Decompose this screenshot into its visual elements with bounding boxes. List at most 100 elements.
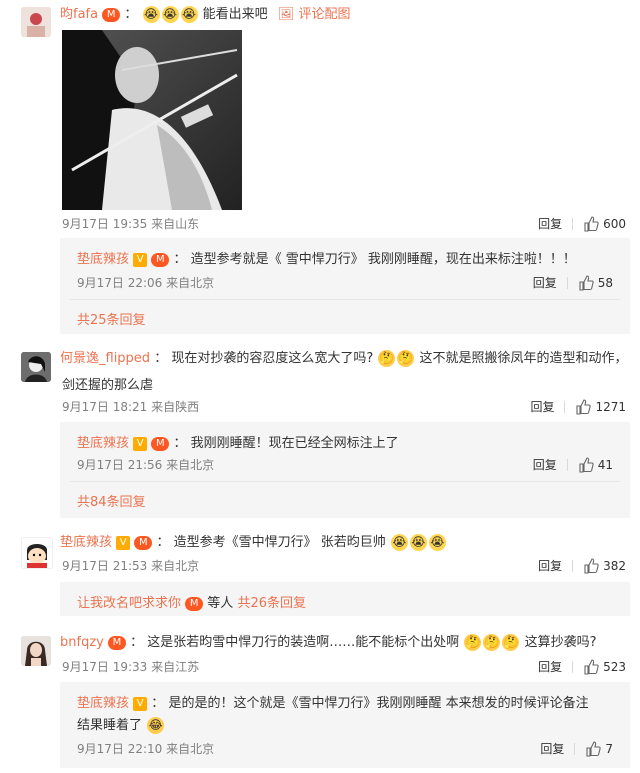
comment-text: 这是张若昀雪中悍刀行的装造啊……能不能标个出处啊 — [147, 635, 460, 650]
reply-meta: 9月17日 21:56 来自北京 — [77, 458, 215, 472]
comment-meta: 9月17日 19:35 来自山东 — [62, 217, 200, 231]
comment-text: 能看出来吧 — [202, 7, 268, 22]
reply-actions: 回复 41 — [533, 456, 613, 473]
reply-button[interactable]: 回复 — [533, 456, 557, 473]
divider — [566, 276, 568, 289]
reply-text: 是的是的！这个就是《雪中悍刀行》我刚刚睡醒 本来想发的时候评论备注 — [168, 696, 589, 711]
thumbs-up-icon — [578, 457, 594, 473]
like-button[interactable]: 7 — [585, 741, 613, 757]
reply-actions: 回复 7 — [540, 740, 613, 757]
reply-button[interactable]: 回复 — [538, 215, 562, 232]
comment-user[interactable]: 昀fafa — [60, 7, 98, 22]
thumbs-up-icon — [583, 558, 599, 574]
reply-button[interactable]: 回复 — [530, 398, 554, 415]
like-count: 382 — [603, 558, 626, 573]
comment-text: 现在对抄袭的容忍度这么宽大了吗? — [171, 351, 374, 366]
like-count: 58 — [597, 275, 613, 290]
reply-user[interactable]: 垫底辣孩 — [77, 696, 129, 711]
comment-text-line2: 剑还握的那么虐 — [62, 378, 154, 393]
avatar[interactable] — [21, 636, 51, 666]
comment-header: 何景逸_flipped ： 现在对抄袭的容忍度这么宽大了吗? 🤔 🤔 这不就是照搬… — [60, 350, 628, 367]
comment-header: 昀fafa M ： 😭 😭 😭 能看出来吧 🖼 评论配图 — [60, 6, 351, 23]
like-count: 1271 — [595, 399, 626, 414]
like-button[interactable]: 1271 — [575, 399, 626, 415]
divider — [572, 559, 574, 572]
photo-link[interactable]: 评论配图 — [298, 7, 350, 22]
divider — [564, 400, 566, 413]
reply-button[interactable]: 回复 — [538, 658, 562, 675]
thinking-emoji: 🤔 — [378, 350, 396, 367]
comment-meta: 9月17日 18:21 来自陕西 — [62, 400, 200, 414]
verified-badge-icon: V — [133, 436, 148, 451]
thumbs-up-icon — [578, 275, 594, 291]
like-button[interactable]: 41 — [578, 457, 613, 473]
like-count: 41 — [597, 457, 613, 472]
thumbs-up-icon — [585, 741, 601, 757]
reply-box-divider — [70, 481, 620, 482]
crying-emoji: 😭 — [180, 6, 198, 23]
comment-text-cont: 这算抄袭吗? — [524, 635, 597, 650]
reply-button[interactable]: 回复 — [538, 557, 562, 574]
comment-actions: 回复 382 — [538, 557, 626, 574]
more-replies-text: 等人 — [207, 596, 234, 611]
more-replies-row: 让我改名吧求求你 M 等人 共26条回复 — [77, 592, 306, 611]
reply-text: 造型参考就是《 雪中悍刀行》 我刚刚睡醒，现在出来标注啦！！！ — [190, 252, 576, 267]
thumbs-up-icon — [575, 399, 591, 415]
comment-image[interactable] — [62, 30, 242, 210]
reply-user[interactable]: 垫底辣孩 — [77, 252, 129, 267]
thumbs-up-icon — [583, 216, 599, 232]
more-replies-link[interactable]: 共25条回复 — [77, 309, 146, 328]
thumbs-up-icon — [583, 659, 599, 675]
divider — [574, 742, 576, 755]
verified-badge-icon: V — [116, 535, 131, 550]
like-count: 600 — [603, 216, 626, 231]
comment-header: bnfqzy M ： 这是张若昀雪中悍刀行的装造啊……能不能标个出处啊 🤔 🤔 🤔 … — [60, 634, 597, 651]
member-badge-icon: M — [185, 596, 204, 611]
reply-header: 垫底辣孩 V M ： 我刚刚睡醒！现在已经全网标注上了 — [77, 436, 399, 451]
comment-actions: 回复 1271 — [530, 398, 626, 415]
comment-text: 造型参考《雪中悍刀行》 张若昀巨帅 — [173, 535, 386, 550]
thinking-emoji: 🤔 — [397, 350, 415, 367]
reply-meta: 9月17日 22:06 来自北京 — [77, 276, 215, 290]
comment-user[interactable]: 垫底辣孩 — [60, 535, 112, 550]
avatar[interactable] — [21, 537, 53, 569]
more-replies-link[interactable]: 共84条回复 — [77, 491, 146, 510]
member-badge-icon: M — [134, 535, 153, 550]
reply-user[interactable]: 垫底辣孩 — [77, 436, 129, 451]
member-badge-icon: M — [107, 635, 126, 650]
like-button[interactable]: 382 — [583, 558, 626, 574]
like-count: 523 — [603, 659, 626, 674]
comment-actions: 回复 523 — [538, 658, 626, 675]
like-button[interactable]: 58 — [578, 275, 613, 291]
comment-header: 垫底辣孩 V M ： 造型参考《雪中悍刀行》 张若昀巨帅 😭 😭 😭 — [60, 534, 446, 551]
comment-user[interactable]: 何景逸_flipped — [60, 351, 150, 366]
reply-button[interactable]: 回复 — [540, 740, 564, 757]
more-replies-link[interactable]: 共26条回复 — [237, 596, 306, 611]
comment-user[interactable]: bnfqzy — [60, 635, 104, 650]
laughing-emoji: 😂 — [147, 717, 165, 734]
comment-actions: 回复 600 — [538, 215, 626, 232]
reply-user[interactable]: 让我改名吧求求你 — [77, 596, 181, 611]
avatar[interactable] — [21, 7, 51, 37]
like-button[interactable]: 600 — [583, 216, 626, 232]
reply-button[interactable]: 回复 — [533, 274, 557, 291]
reply-text: 我刚刚睡醒！现在已经全网标注上了 — [190, 436, 399, 451]
avatar[interactable] — [21, 352, 51, 382]
reply-meta: 9月17日 22:10 来自北京 — [77, 742, 215, 756]
reply-text-cont: 结果睡着了 — [77, 718, 143, 733]
crying-emoji: 😭 — [161, 6, 179, 23]
comment-text-cont: 这不就是照搬徐凤年的造型和动作， — [419, 351, 628, 366]
like-count: 7 — [605, 741, 613, 756]
verified-badge-icon: V — [133, 252, 148, 267]
reply-box-divider — [70, 299, 620, 300]
image-icon[interactable]: 🖼 — [278, 7, 295, 22]
divider — [566, 458, 568, 471]
thinking-emoji: 🤔 — [483, 634, 501, 651]
thinking-emoji: 🤔 — [464, 634, 482, 651]
crying-emoji: 😭 — [390, 534, 408, 551]
like-button[interactable]: 523 — [583, 659, 626, 675]
member-badge-icon: M — [151, 436, 170, 451]
reply-header: 垫底辣孩 V ： 是的是的！这个就是《雪中悍刀行》我刚刚睡醒 本来想发的时候评论… — [77, 696, 589, 711]
member-badge-icon: M — [151, 252, 170, 267]
thinking-emoji: 🤔 — [502, 634, 520, 651]
